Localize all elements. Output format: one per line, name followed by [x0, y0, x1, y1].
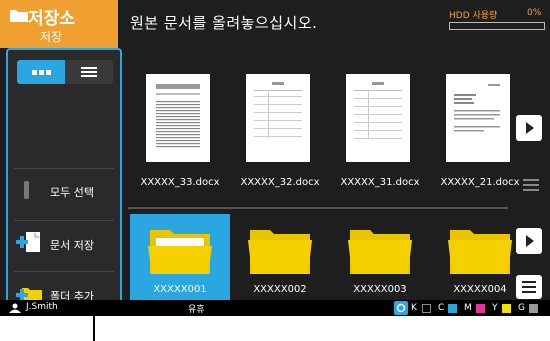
save-document-label: 문서 저장 [50, 239, 94, 252]
app-header-tab: 저장소 저장 [0, 0, 118, 48]
machine-status: 유휴 [188, 305, 205, 315]
view-toggle [17, 60, 113, 84]
thumbnail-view-icon [31, 69, 37, 75]
save-document-button[interactable]: 문서 저장 [8, 221, 120, 271]
document-thumbnail [446, 74, 510, 162]
next-documents-button[interactable] [516, 115, 542, 141]
list-view-button[interactable] [65, 60, 113, 84]
select-all-label: 모두 선택 [50, 186, 94, 199]
folder-name: XXXXX004 [453, 284, 507, 295]
hdd-usage-bar [449, 22, 545, 30]
folder-list: XXXXX001 XXXXX002 XXXXX003 XXXXX004 [128, 212, 550, 304]
folder-name: XXXXX001 [153, 284, 207, 295]
ink-k-label: K [411, 303, 417, 313]
folder-name: XXXXX002 [253, 284, 307, 295]
ink-g-level [529, 304, 538, 313]
row-divider [128, 207, 508, 209]
document-thumbnail [146, 74, 210, 162]
document-item[interactable]: XXXXX_33.docx [130, 56, 230, 206]
user-icon [9, 303, 21, 313]
hdd-usage-label: HDD 사용량 [449, 11, 498, 21]
document-name: XXXXX_31.docx [340, 177, 420, 188]
app-subtitle: 저장 [40, 30, 63, 44]
folder-item[interactable]: XXXXX004 [430, 214, 530, 302]
chevron-right-icon [526, 122, 534, 134]
folder-item[interactable]: XXXXX001 [130, 214, 230, 302]
next-folders-button[interactable] [516, 228, 542, 254]
select-indicator-icon [24, 181, 29, 199]
user-name: J.Smith [26, 302, 58, 312]
document-item[interactable]: XXXXX_31.docx [330, 56, 430, 206]
document-item[interactable]: XXXXX_32.docx [230, 56, 330, 206]
list-view-icon [81, 67, 97, 69]
ink-m-label: M [464, 303, 472, 313]
ink-k-level [422, 304, 431, 313]
ink-y-level [502, 304, 511, 313]
document-name: XXXXX_21.docx [440, 177, 520, 188]
folder-item[interactable]: XXXXX002 [230, 214, 330, 302]
thumbnail-view-button[interactable] [17, 60, 65, 84]
chevron-right-icon [526, 235, 534, 247]
folder-name: XXXXX003 [353, 284, 407, 295]
add-document-icon [16, 232, 40, 252]
menu-button[interactable] [516, 275, 542, 299]
document-thumbnail [346, 74, 410, 162]
ink-c-level [448, 304, 457, 313]
app-title: 저장소 [28, 9, 75, 29]
sidebar: 모두 선택 문서 저장 폴더 추가 [6, 48, 122, 313]
refresh-icon[interactable] [394, 301, 408, 315]
document-name: XXXXX_33.docx [140, 177, 220, 188]
ink-y-label: Y [492, 303, 498, 313]
document-name: XXXXX_32.docx [240, 177, 320, 188]
folder-icon [10, 10, 28, 22]
menu-icon [522, 281, 536, 293]
document-thumbnail [246, 74, 310, 162]
select-all-button[interactable]: 모두 선택 [8, 169, 120, 219]
folder-icon [148, 230, 212, 274]
document-menu-icon[interactable] [522, 176, 540, 192]
hdd-usage-value: 0% [527, 8, 542, 18]
instruction-text: 원본 문서를 올려놓으십시오. [130, 14, 318, 32]
ink-g-label: G [518, 303, 525, 313]
folder-item[interactable]: XXXXX003 [330, 214, 430, 302]
ink-m-level [476, 304, 485, 313]
document-list: XXXXX_33.docx XXXXX_32.docx XXXXX_31.doc… [128, 56, 550, 206]
folder-icon [448, 230, 512, 274]
storage-screen: 저장소 저장 원본 문서를 올려놓으십시오. HDD 사용량 0% 모두 선택 [0, 0, 550, 316]
document-item[interactable]: XXXXX_21.docx [430, 56, 530, 206]
ink-c-label: C [438, 303, 445, 313]
status-bar: J.Smith 유휴 K C M Y G [0, 300, 550, 316]
folder-icon [348, 230, 412, 274]
folder-icon [248, 230, 312, 274]
callout-line [93, 312, 95, 341]
